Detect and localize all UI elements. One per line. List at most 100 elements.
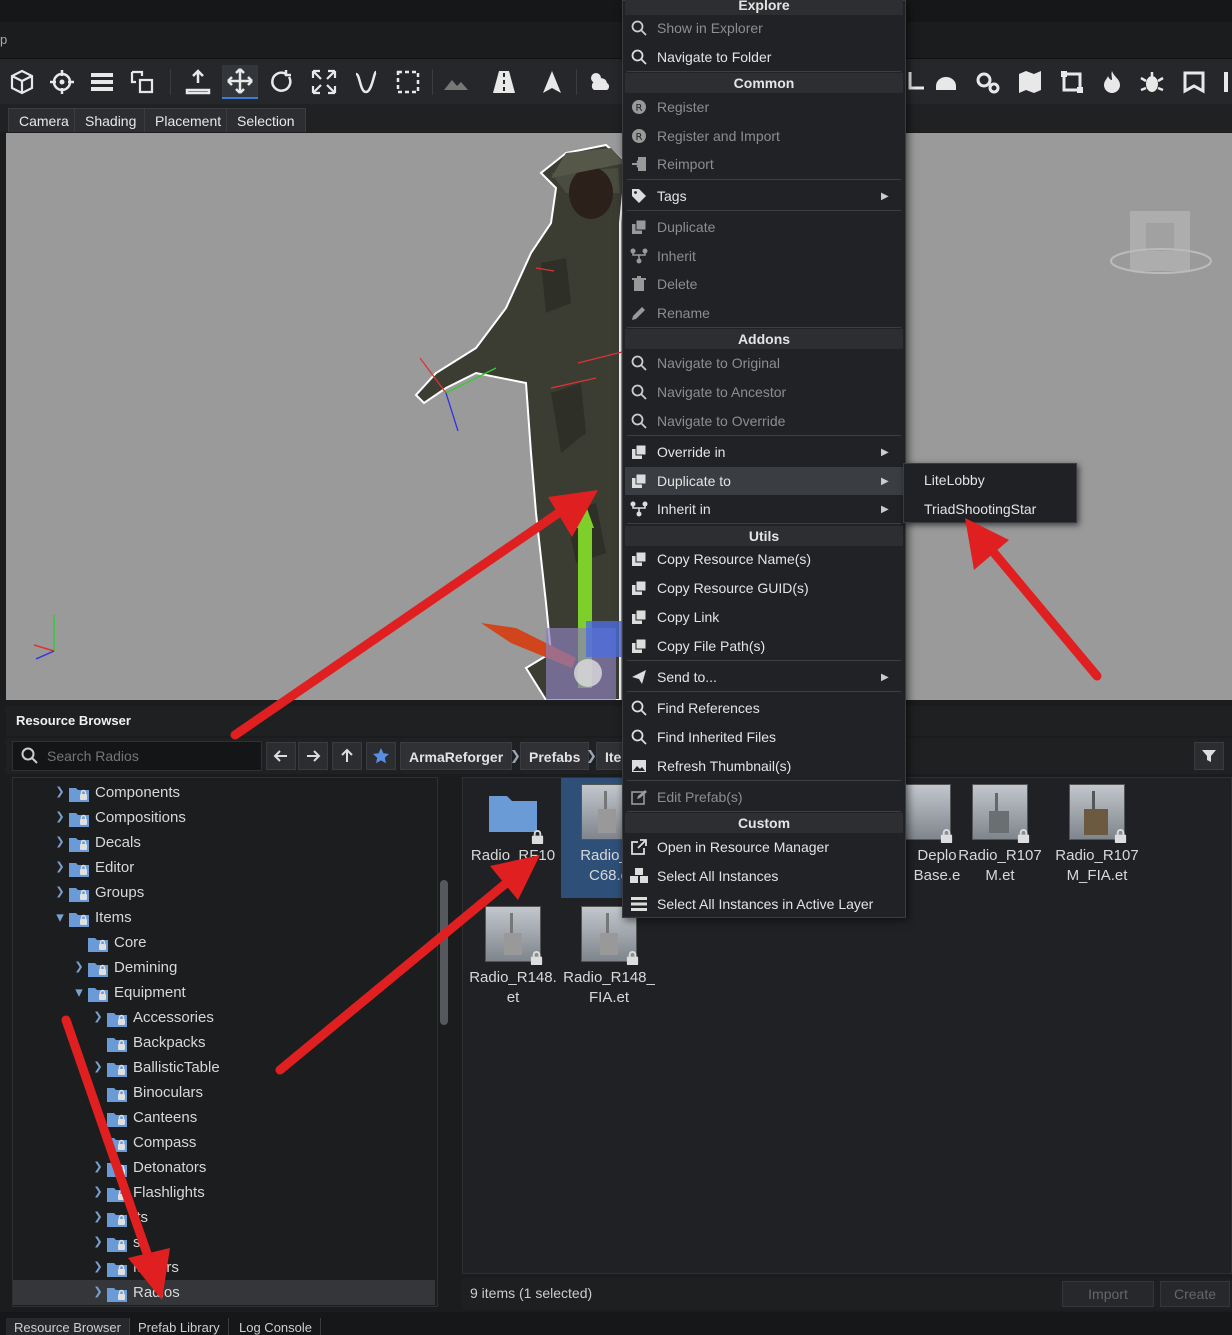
rotate-icon[interactable] <box>264 65 300 99</box>
tree-item[interactable]: ❯ Groups <box>51 880 425 905</box>
menu-rename[interactable]: Rename <box>625 299 903 327</box>
tree-item[interactable]: Canteens <box>89 1105 425 1130</box>
menu-refresh-thumbnails[interactable]: Refresh Thumbnail(s) <box>625 752 903 780</box>
menu-inherit[interactable]: Inherit <box>625 242 903 270</box>
navmesh-icon[interactable] <box>534 65 570 99</box>
chevron-right-icon[interactable]: ❯ <box>51 855 69 880</box>
asset-tile[interactable]: Radio_RF10 <box>465 784 561 864</box>
submenu-triadshootingstar[interactable]: TriadShootingStar <box>904 495 1076 523</box>
menu-copy-resource-guids[interactable]: Copy Resource GUID(s) <box>625 574 903 602</box>
menu-navigate-to-folder[interactable]: Navigate to Folder <box>625 43 903 71</box>
scene-viewport[interactable] <box>6 133 1232 700</box>
tab-prefab-library[interactable]: Prefab Library <box>130 1318 229 1335</box>
menu-delete[interactable]: Delete <box>625 270 903 298</box>
tree-item[interactable]: Compass <box>89 1130 425 1155</box>
bug-icon[interactable] <box>1134 65 1170 99</box>
tree-item[interactable]: ❯ Radios <box>13 1280 435 1305</box>
tab-placement[interactable]: Placement <box>144 108 233 132</box>
submenu-litelobby[interactable]: LiteLobby <box>904 466 1076 494</box>
crosshair-icon[interactable] <box>44 65 80 99</box>
helmet-icon[interactable] <box>928 65 964 99</box>
menu-duplicate[interactable]: Duplicate <box>625 213 903 241</box>
breadcrumb-prefabs[interactable]: Prefabs <box>520 742 590 770</box>
frame-icon[interactable] <box>1054 65 1090 99</box>
menu-copy-file-paths[interactable]: Copy File Path(s) <box>625 632 903 660</box>
tab-resource-browser[interactable]: Resource Browser <box>6 1318 130 1335</box>
breadcrumb-armareforger[interactable]: ArmaReforger <box>400 742 513 770</box>
scale-icon[interactable] <box>306 65 342 99</box>
cube-icon[interactable] <box>4 65 40 99</box>
menu-override-in[interactable]: Override in ▶ <box>625 438 903 466</box>
tree-item[interactable]: ❯ Compositions <box>51 805 425 830</box>
menu-open-in-resource-manager[interactable]: Open in Resource Manager <box>625 833 903 861</box>
menu-reimport[interactable]: Reimport <box>625 150 903 178</box>
asset-tile[interactable]: Radio_R148_ FIA.et <box>561 906 657 1006</box>
menu-copy-resource-names[interactable]: Copy Resource Name(s) <box>625 545 903 573</box>
chevron-down-icon[interactable]: ▾ <box>70 980 88 1005</box>
menu-copy-link[interactable]: Copy Link <box>625 603 903 631</box>
chevron-right-icon[interactable]: ❯ <box>89 1255 107 1280</box>
chevron-down-icon[interactable]: ▾ <box>51 905 69 930</box>
tree-item[interactable]: ❯ its <box>89 1205 425 1230</box>
chevron-right-icon[interactable]: ❯ <box>51 830 69 855</box>
asset-tile[interactable]: Radio_R148. et <box>465 906 561 1006</box>
chevron-right-icon[interactable]: ❯ <box>89 1005 107 1030</box>
menu-register[interactable]: R Register <box>625 93 903 121</box>
tree-item[interactable]: Core <box>70 930 425 955</box>
favorite-button[interactable] <box>366 742 396 770</box>
asset-tile[interactable]: Radio_R107 M_FIA.et <box>1049 784 1145 884</box>
menu-select-all-instances-active-layer[interactable]: Select All Instances in Active Layer <box>625 890 903 918</box>
map-icon[interactable] <box>1012 65 1048 99</box>
curve-tool-icon[interactable] <box>348 65 384 99</box>
weather-icon[interactable] <box>582 65 618 99</box>
up-button[interactable] <box>332 742 362 770</box>
menu-duplicate-to[interactable]: Duplicate to ▶ <box>625 467 903 495</box>
menu-navigate-to-ancestor[interactable]: Navigate to Ancestor <box>625 378 903 406</box>
menu-navigate-to-override[interactable]: Navigate to Override <box>625 407 903 435</box>
filter-button[interactable] <box>1194 742 1224 770</box>
tree-item[interactable]: ❯ BallisticTable <box>89 1055 425 1080</box>
tree-item[interactable]: ❯ s <box>89 1230 425 1255</box>
menu-show-in-explorer[interactable]: Show in Explorer <box>625 14 903 42</box>
tree-item[interactable]: ❯ Detonators <box>89 1155 425 1180</box>
chevron-right-icon[interactable]: ❯ <box>89 1230 107 1255</box>
snap-icon[interactable] <box>124 65 160 99</box>
terrain-icon[interactable] <box>438 65 474 99</box>
chevron-right-icon[interactable]: ❯ <box>89 1205 107 1230</box>
fire-icon[interactable] <box>1094 65 1130 99</box>
back-button[interactable] <box>266 742 296 770</box>
more-icon[interactable] <box>1212 65 1232 99</box>
menu-inherit-in[interactable]: Inherit in ▶ <box>625 495 903 523</box>
gears-icon[interactable] <box>970 65 1006 99</box>
tree-item[interactable]: ❯ Accessories <box>89 1005 425 1030</box>
tab-camera[interactable]: Camera <box>8 108 80 132</box>
tab-selection[interactable]: Selection <box>226 108 306 132</box>
tab-log-console[interactable]: Log Console <box>231 1318 321 1335</box>
menu-register-and-import[interactable]: R Register and Import <box>625 122 903 150</box>
chevron-right-icon[interactable]: ❯ <box>89 1280 107 1305</box>
menu-find-inherited-files[interactable]: Find Inherited Files <box>625 723 903 751</box>
tab-shading[interactable]: Shading <box>74 108 148 132</box>
tree-item[interactable]: ❯ Components <box>51 780 425 805</box>
import-button[interactable]: Import <box>1062 1281 1154 1307</box>
road-icon[interactable] <box>486 65 522 99</box>
chevron-right-icon[interactable]: ❯ <box>89 1055 107 1080</box>
tree-item[interactable]: ▾ Equipment <box>70 980 425 1005</box>
menu-find-references[interactable]: Find References <box>625 694 903 722</box>
tree-item[interactable]: ❯ Mo ars <box>89 1255 425 1280</box>
tree-item[interactable]: ❯ Editor <box>51 855 425 880</box>
tree-item[interactable]: ❯ Demining <box>70 955 425 980</box>
chevron-right-icon[interactable]: ❯ <box>51 780 69 805</box>
tree-item[interactable]: ❯ Decals <box>51 830 425 855</box>
layers-icon[interactable] <box>84 65 120 99</box>
place-on-ground-icon[interactable] <box>180 65 216 99</box>
forward-button[interactable] <box>298 742 328 770</box>
chevron-right-icon[interactable]: ❯ <box>51 805 69 830</box>
chevron-right-icon[interactable]: ❯ <box>51 880 69 905</box>
menu-tags[interactable]: Tags ▶ <box>625 182 903 210</box>
menu-send-to[interactable]: Send to... ▶ <box>625 663 903 691</box>
chevron-right-icon[interactable]: ❯ <box>70 955 88 980</box>
tree-item[interactable]: ▾ Items <box>51 905 425 930</box>
chevron-right-icon[interactable]: ❯ <box>89 1180 107 1205</box>
tree-item[interactable]: ❯ Flashlights <box>89 1180 425 1205</box>
